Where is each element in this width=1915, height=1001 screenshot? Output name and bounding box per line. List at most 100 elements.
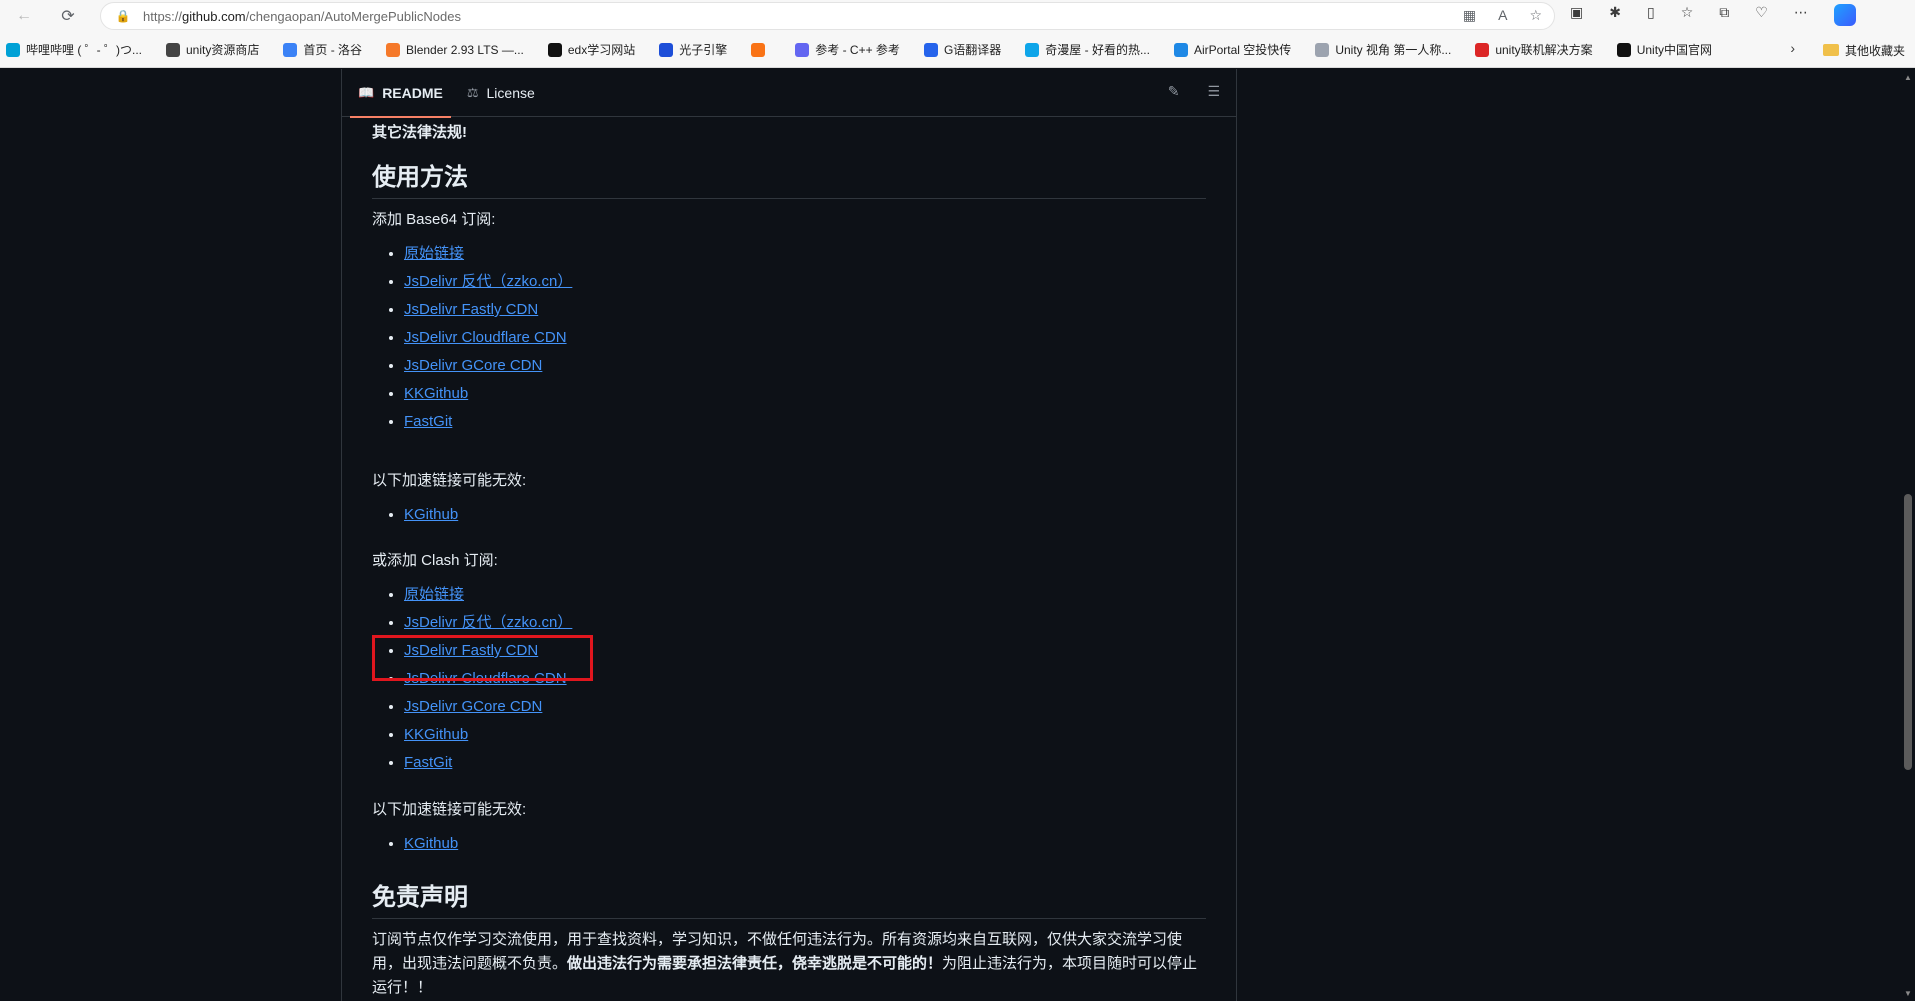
url-text[interactable]: https://github.com/chengaopan/AutoMergeP… <box>143 9 461 24</box>
subscription-link[interactable]: 原始链接 <box>404 586 464 603</box>
maybe-invalid-text-2: 以下加速链接可能无效: <box>372 801 527 818</box>
more-menu-icon[interactable]: ⋯ <box>1794 4 1808 26</box>
list-item: JsDelivr GCore CDN <box>404 352 572 380</box>
app-available-icon[interactable]: ▦ <box>1463 7 1476 24</box>
bookmark-label: edx学习网站 <box>567 43 636 57</box>
bookmark-item[interactable]: 首页 - 洛谷 <box>283 41 362 58</box>
base64-instructions: 添加 Base64 订阅: <box>372 211 496 228</box>
list-item: KGithub <box>404 501 458 529</box>
page-scrollbar[interactable]: ▲ ▼ <box>1901 69 1915 1001</box>
refresh-icon[interactable]: ⟳ <box>56 4 80 28</box>
bookmark-item[interactable]: 参考 - C++ 参考 <box>795 41 900 58</box>
bookmark-item[interactable]: 奇漫屋 - 好看的热... <box>1025 41 1150 58</box>
bookmark-item[interactable]: AirPortal 空投快传 <box>1173 41 1292 58</box>
bookmark-label: 奇漫屋 - 好看的热... <box>1045 43 1150 57</box>
bookmark-item[interactable]: unity联机解决方案 <box>1475 41 1593 58</box>
disclaimer-bold-text: 做出违法行为需要承担法律责任，侥幸逃脱是不可能的！ <box>567 955 943 972</box>
other-bookmarks-folder[interactable]: 其他收藏夹 <box>1822 32 1905 68</box>
subscription-link[interactable]: JsDelivr Fastly CDN <box>404 301 538 318</box>
edit-pencil-icon[interactable]: ✎ <box>1168 83 1180 100</box>
subscription-link[interactable]: 原始链接 <box>404 245 464 262</box>
bookmark-favicon-icon <box>1173 42 1188 57</box>
bookmark-item[interactable]: Unity中国官网 <box>1616 41 1713 58</box>
bookmark-favicon-icon <box>283 42 298 57</box>
bookmark-label: AirPortal 空投快传 <box>1193 43 1292 57</box>
outline-list-icon[interactable]: ☰ <box>1207 83 1220 100</box>
list-item: 原始链接 <box>404 581 572 609</box>
browser-essentials-icon[interactable]: ♡ <box>1755 4 1768 26</box>
list-item: JsDelivr 反代（zzko.cn） <box>404 268 572 296</box>
back-icon[interactable]: ← <box>12 4 36 28</box>
tab-readme-label: README <box>382 84 443 101</box>
subscription-link[interactable]: KKGithub <box>404 385 468 402</box>
bookmark-favicon-icon <box>547 42 562 57</box>
bookmark-favicon-icon <box>923 42 938 57</box>
bookmark-label: 参考 - C++ 参考 <box>815 43 900 57</box>
bookmark-label: unity资源商店 <box>186 43 260 57</box>
bookmark-favicon-icon <box>386 42 401 57</box>
bookmark-favicon-icon <box>751 42 766 57</box>
scroll-thumb[interactable] <box>1904 494 1912 770</box>
subscription-link[interactable]: KGithub <box>404 506 458 523</box>
favorite-star-icon[interactable]: ☆ <box>1529 7 1542 24</box>
clash-instructions: 或添加 Clash 订阅: <box>372 552 498 569</box>
list-item: JsDelivr Fastly CDN <box>404 296 572 324</box>
bookmark-item[interactable]: unity资源商店 <box>166 41 259 58</box>
bookmark-favicon-icon <box>659 42 674 57</box>
list-item: JsDelivr Cloudflare CDN <box>404 324 572 352</box>
bookmark-item[interactable]: 光子引擎 <box>659 41 727 58</box>
subscription-link[interactable]: KKGithub <box>404 726 468 743</box>
lock-icon[interactable]: 🔒 <box>115 8 131 24</box>
subscription-link[interactable]: FastGit <box>404 754 452 771</box>
bookmark-label: 哔哩哔哩 ( ゜- ゜)つ... <box>26 43 142 57</box>
bookmark-label: 首页 - 洛谷 <box>303 43 363 57</box>
subscription-link[interactable]: JsDelivr Cloudflare CDN <box>404 329 567 346</box>
bookmark-favicon-icon <box>1025 42 1040 57</box>
list-item: KKGithub <box>404 380 572 408</box>
other-bookmarks-label: 其他收藏夹 <box>1844 43 1905 58</box>
subscription-link[interactable]: FastGit <box>404 413 452 430</box>
bookmark-label: Unity 视角 第一人称... <box>1335 43 1452 57</box>
scroll-down-icon[interactable]: ▼ <box>1904 989 1912 998</box>
usage-heading: 使用方法 <box>372 157 1206 199</box>
subscription-link[interactable]: JsDelivr 反代（zzko.cn） <box>404 273 572 290</box>
bookmark-favicon-icon <box>1315 42 1330 57</box>
tab-readme[interactable]: 📖 README <box>350 69 451 118</box>
subscription-link[interactable]: KGithub <box>404 835 458 852</box>
bookmarks-bar: 哔哩哔哩 ( ゜- ゜)つ... unity资源商店 首页 - 洛谷 Blender … <box>0 32 1915 68</box>
address-bar[interactable]: 🔒 https://github.com/chengaopan/AutoMerg… <box>100 2 1555 30</box>
subscription-link[interactable]: JsDelivr GCore CDN <box>404 357 542 374</box>
bookmark-label: Unity中国官网 <box>1636 43 1713 57</box>
bookmark-item[interactable] <box>751 42 771 57</box>
bookmark-favicon-icon <box>795 42 810 57</box>
subscription-link[interactable]: JsDelivr 反代（zzko.cn） <box>404 614 572 631</box>
collections-icon[interactable]: ⧉ <box>1719 4 1729 26</box>
bookmark-label: Blender 2.93 LTS —... <box>406 42 524 57</box>
tab-license[interactable]: ⚖ License <box>467 69 535 117</box>
bookmark-item[interactable]: edx学习网站 <box>547 41 636 58</box>
bookmark-label: G语翻译器 <box>943 43 1002 57</box>
tab-license-label: License <box>486 84 535 101</box>
bookmark-item[interactable]: G语翻译器 <box>923 41 1002 58</box>
split-screen-icon[interactable]: ▯ <box>1647 4 1655 26</box>
extension-a-icon[interactable]: ▣ <box>1570 4 1583 26</box>
list-item: JsDelivr 反代（zzko.cn） <box>404 609 572 637</box>
bookmark-item[interactable]: Blender 2.93 LTS —... <box>386 42 524 57</box>
highlight-annotation-box <box>372 635 593 681</box>
invalid-link-list-1: KGithub <box>404 501 458 529</box>
subscription-link[interactable]: JsDelivr GCore CDN <box>404 698 542 715</box>
maybe-invalid-text-1: 以下加速链接可能无效: <box>372 472 527 489</box>
bookmark-favicon-icon <box>1616 42 1631 57</box>
bookmark-favicon-icon <box>1475 42 1490 57</box>
bookmark-item[interactable]: 哔哩哔哩 ( ゜- ゜)つ... <box>6 41 142 58</box>
chevron-right-icon[interactable]: › <box>1790 40 1795 56</box>
github-page: 📖 README ⚖ License ✎ ☰ 其它法律法规! 使用方法 添加 B… <box>0 69 1915 1001</box>
copilot-icon[interactable] <box>1833 4 1856 26</box>
bookmark-item[interactable]: Unity 视角 第一人称... <box>1315 41 1451 58</box>
extensions-icon[interactable]: ✱ <box>1609 4 1621 26</box>
read-aloud-icon[interactable]: A <box>1498 7 1507 24</box>
readme-header: 📖 README ⚖ License ✎ ☰ <box>342 69 1236 118</box>
folder-icon <box>1822 44 1839 56</box>
favorites-icon[interactable]: ☆ <box>1681 4 1694 26</box>
scroll-up-icon[interactable]: ▲ <box>1904 73 1912 82</box>
